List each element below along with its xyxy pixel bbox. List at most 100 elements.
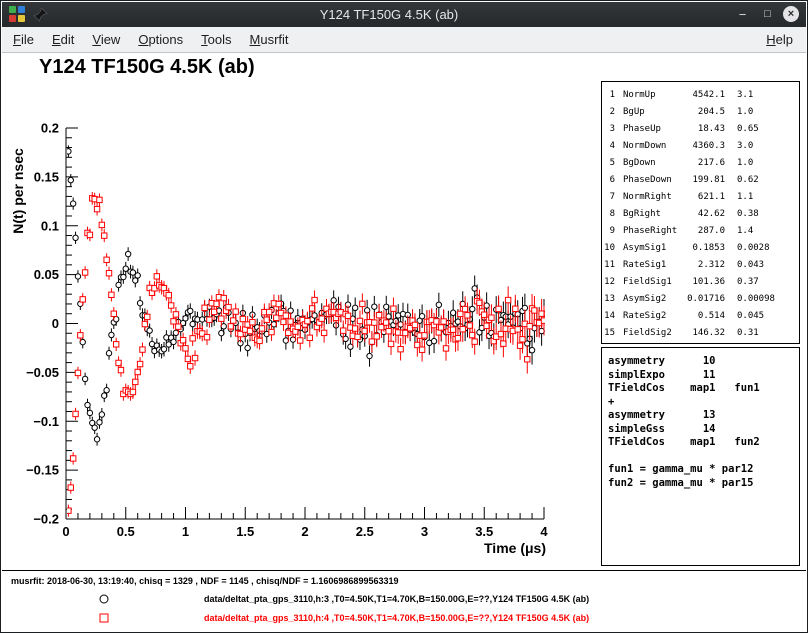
fit-status-line: musrfit: 2018-06-30, 13:19:40, chisq = 1… — [11, 576, 398, 586]
close-button[interactable]: × — [783, 6, 799, 22]
parameter-row: 9 PhaseRight287.0 1.4 — [602, 223, 799, 240]
menu-edit[interactable]: Edit — [43, 27, 83, 52]
parameter-pval: 287.0 — [683, 223, 725, 240]
svg-text:0.2: 0.2 — [41, 121, 59, 136]
svg-text:3.5: 3.5 — [475, 524, 493, 539]
parameter-row: 15FieldSig2146.320.31 — [602, 325, 799, 342]
parameter-pname: NormUp — [623, 87, 683, 104]
parameter-perr: 1.4 — [737, 223, 753, 240]
svg-text:0.15: 0.15 — [34, 169, 59, 184]
menu-edit-label: Edit — [52, 32, 74, 47]
legend-entry-run4: data/deltat_pta_gps_3110,h:4 ,T0=4.50K,T… — [1, 610, 781, 626]
parameter-pno: 4 — [602, 138, 615, 155]
parameter-row: 6PhaseDown199.810.62 — [602, 172, 799, 189]
titlebar[interactable]: Y124 TF150G 4.5K (ab) − □ × — [2, 2, 806, 27]
parameter-perr: 0.62 — [737, 172, 759, 189]
parameter-perr: 0.0028 — [737, 240, 770, 257]
parameter-row: 14 RateSig20.514 0.045 — [602, 308, 799, 325]
svg-text:0: 0 — [62, 524, 69, 539]
parameter-pval: 0.01716 — [683, 291, 725, 308]
parameter-pno: 1 — [602, 87, 615, 104]
parameter-pname: AsymSig2 — [623, 291, 683, 308]
parameter-pno: 9 — [602, 223, 615, 240]
parameter-perr: 0.37 — [737, 274, 759, 291]
parameter-perr: 3.1 — [737, 87, 753, 104]
app-icon — [9, 6, 26, 23]
menu-help[interactable]: Help — [757, 27, 802, 52]
theory-line: simpleGss 14 — [608, 423, 793, 437]
parameter-perr: 0.38 — [737, 206, 759, 223]
plot-canvas[interactable]: 00.511.522.533.54−0.2−0.15−0.1−0.0500.05… — [1, 81, 576, 571]
parameter-row: 7NormRight621.11.1 — [602, 189, 799, 206]
parameter-pname: BgRight — [623, 206, 683, 223]
svg-text:0: 0 — [52, 316, 59, 331]
svg-text:0.1: 0.1 — [41, 218, 59, 233]
theory-line: fun2 = gamma_mu * par15 — [608, 477, 793, 491]
parameter-row: 2 BgUp204.5 1.0 — [602, 104, 799, 121]
svg-text:N(t) per nsec: N(t) per nsec — [10, 148, 26, 234]
parameter-pname: PhaseRight — [623, 223, 683, 240]
legend-circle-marker-icon — [98, 593, 110, 605]
parameter-pno: 5 — [602, 155, 615, 172]
menu-tools[interactable]: Tools — [192, 27, 240, 52]
parameter-pno: 7 — [602, 189, 615, 206]
parameter-pname: RateSig2 — [623, 308, 683, 325]
parameter-pval: 0.514 — [683, 308, 725, 325]
maximize-button[interactable]: □ — [759, 6, 776, 23]
legend-label-run4: data/deltat_pta_gps_3110,h:4 ,T0=4.50K,T… — [204, 613, 589, 623]
parameter-pname: FieldSig1 — [623, 274, 683, 291]
parameter-row: 12 FieldSig1101.36 0.37 — [602, 274, 799, 291]
parameter-perr: 1.0 — [737, 155, 753, 172]
musrview-window: Y124 TF150G 4.5K (ab) − □ × File Edit Vi… — [0, 0, 808, 633]
parameter-pname: BgUp — [623, 104, 683, 121]
parameter-perr: 0.045 — [737, 308, 764, 325]
parameter-pval: 4360.3 — [683, 138, 725, 155]
parameter-pno: 8 — [602, 206, 615, 223]
parameter-pval: 621.1 — [683, 189, 725, 206]
parameter-pno: 14 — [602, 308, 615, 325]
minimize-button[interactable]: − — [734, 6, 751, 23]
parameter-pval: 199.81 — [683, 172, 725, 189]
parameter-row: 11RateSig12.3120.043 — [602, 257, 799, 274]
pin-icon — [33, 7, 48, 22]
parameter-pname: PhaseUp — [623, 121, 683, 138]
parameter-row: 8BgRight42.620.38 — [602, 206, 799, 223]
menu-musrfit[interactable]: Musrfit — [241, 27, 298, 52]
legend-entry-run3: data/deltat_pta_gps_3110,h:3 ,T0=4.50K,T… — [1, 591, 781, 607]
parameter-pval: 2.312 — [683, 257, 725, 274]
plot-title: Y124 TF150G 4.5K (ab) — [39, 56, 255, 79]
parameter-pno: 15 — [602, 325, 615, 342]
theory-panel: asymmetry 10simplExpo 11TFieldCos map1 f… — [601, 347, 800, 566]
parameter-perr: 0.043 — [737, 257, 764, 274]
parameter-row: 3PhaseUp18.430.65 — [602, 121, 799, 138]
menu-view[interactable]: View — [83, 27, 129, 52]
parameter-perr: 3.0 — [737, 138, 753, 155]
parameter-row: 10AsymSig10.18530.0028 — [602, 240, 799, 257]
window-title: Y124 TF150G 4.5K (ab) — [62, 2, 716, 27]
parameter-pname: AsymSig1 — [623, 240, 683, 257]
theory-line: TFieldCos map1 fun1 — [608, 382, 793, 396]
parameter-perr: 0.31 — [737, 325, 759, 342]
theory-lines: asymmetry 10simplExpo 11TFieldCos map1 f… — [608, 355, 793, 490]
parameter-pval: 204.5 — [683, 104, 725, 121]
parameter-pname: PhaseDown — [623, 172, 683, 189]
parameter-row: 5BgDown217.61.0 — [602, 155, 799, 172]
svg-text:0.05: 0.05 — [34, 267, 59, 282]
parameter-pval: 18.43 — [683, 121, 725, 138]
parameter-pno: 13 — [602, 291, 615, 308]
parameter-pval: 146.32 — [683, 325, 725, 342]
parameter-perr: 1.0 — [737, 104, 753, 121]
menu-file[interactable]: File — [4, 27, 43, 52]
parameter-pval: 101.36 — [683, 274, 725, 291]
theory-line — [608, 450, 793, 464]
svg-text:Time (μs): Time (μs) — [484, 540, 546, 556]
menu-tools-label: Tools — [201, 32, 231, 47]
menu-options[interactable]: Options — [129, 27, 192, 52]
parameter-perr: 0.00098 — [737, 291, 775, 308]
parameter-row: 4NormDown4360.33.0 — [602, 138, 799, 155]
parameter-pno: 2 — [602, 104, 615, 121]
parameter-perr: 1.1 — [737, 189, 753, 206]
parameter-pno: 12 — [602, 274, 615, 291]
parameter-pno: 10 — [602, 240, 615, 257]
parameter-pname: RateSig1 — [623, 257, 683, 274]
